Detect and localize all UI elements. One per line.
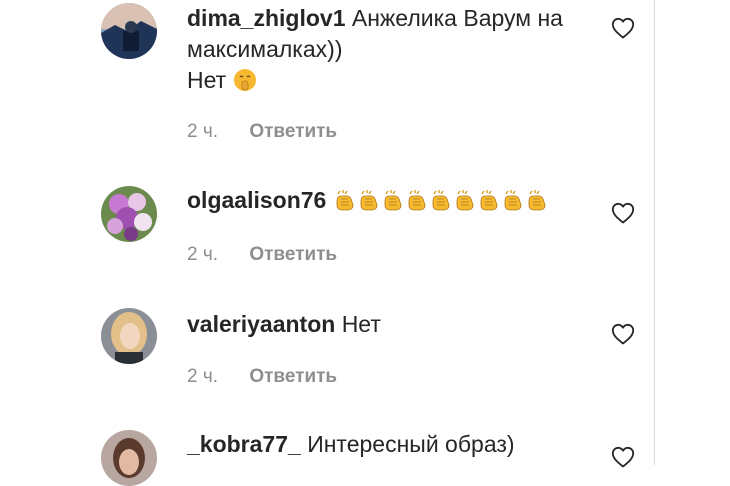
clapping-hands-icon bbox=[429, 188, 453, 212]
avatar[interactable] bbox=[101, 3, 157, 59]
reply-button[interactable]: Ответить bbox=[249, 244, 337, 265]
reply-button[interactable]: Ответить bbox=[249, 366, 337, 387]
clapping-hands-icon bbox=[381, 188, 405, 212]
comment-meta: 2 ч. Ответить bbox=[187, 244, 337, 266]
comment-username[interactable]: _kobra77_ bbox=[187, 431, 301, 457]
comment-body: Интересный образ) bbox=[307, 431, 515, 457]
avatar[interactable] bbox=[101, 308, 157, 364]
like-heart-icon[interactable] bbox=[611, 202, 635, 224]
comment-meta: 2 ч. Ответить bbox=[187, 121, 337, 143]
clapping-hands-icon bbox=[501, 188, 525, 212]
comment-item: olgaalison76 2 ч. Ответить bbox=[0, 180, 654, 280]
reply-button[interactable]: Ответить bbox=[249, 121, 337, 142]
comment-time: 2 ч. bbox=[187, 244, 219, 265]
comment-item: valeriyaanton Нет 2 ч. Ответить bbox=[0, 303, 654, 403]
clapping-hands-icon bbox=[525, 188, 549, 212]
comment-item: dima_zhiglov1 Анжелика Варум на максимал… bbox=[0, 0, 654, 150]
comment-body: Нет bbox=[341, 311, 381, 337]
comment-username[interactable]: dima_zhiglov1 bbox=[187, 5, 345, 31]
avatar[interactable] bbox=[101, 430, 157, 486]
comment-username[interactable]: valeriyaanton bbox=[187, 311, 335, 337]
clapping-hands-icon bbox=[477, 188, 501, 212]
clapping-hands-icon bbox=[405, 188, 429, 212]
panel-right-border bbox=[654, 0, 655, 465]
clapping-hands-icon bbox=[357, 188, 381, 212]
comment-body-line2: Нет bbox=[187, 67, 227, 93]
avatar[interactable] bbox=[101, 186, 157, 242]
comment-meta: 2 ч. Ответить bbox=[187, 366, 337, 388]
comment-item: _kobra77_ Интересный образ) bbox=[0, 425, 654, 486]
comment-text: valeriyaanton Нет bbox=[187, 309, 587, 340]
clapping-hands-emojis bbox=[333, 187, 549, 213]
comment-username[interactable]: olgaalison76 bbox=[187, 187, 326, 213]
like-heart-icon[interactable] bbox=[611, 323, 635, 345]
shushing-face-icon bbox=[233, 68, 257, 92]
comment-text: dima_zhiglov1 Анжелика Варум на максимал… bbox=[187, 3, 587, 96]
comment-text: _kobra77_ Интересный образ) bbox=[187, 429, 587, 460]
comment-text: olgaalison76 bbox=[187, 185, 587, 216]
clapping-hands-icon bbox=[453, 188, 477, 212]
comment-time: 2 ч. bbox=[187, 366, 219, 387]
like-heart-icon[interactable] bbox=[611, 17, 635, 39]
clapping-hands-icon bbox=[333, 188, 357, 212]
comment-time: 2 ч. bbox=[187, 121, 219, 142]
